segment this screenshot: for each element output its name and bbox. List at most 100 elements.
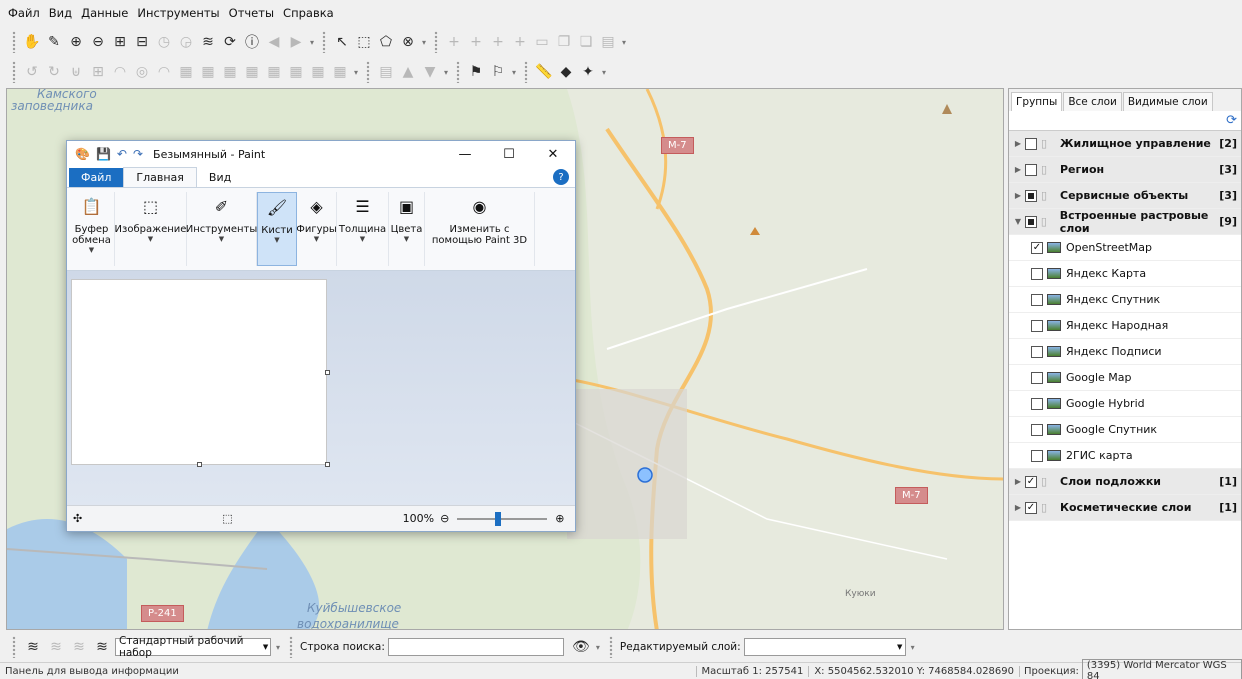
pencil-icon[interactable]: ✎ [44, 32, 64, 52]
grid5-icon[interactable]: ▦ [264, 62, 284, 82]
layer-checkbox[interactable] [1024, 215, 1037, 228]
layer-checkbox[interactable] [1031, 345, 1043, 358]
table-icon[interactable]: ▤ [376, 62, 396, 82]
ribbon-group-tools[interactable]: ✐ Инструменты ▼ [186, 192, 257, 266]
align-icon[interactable]: ◠ [110, 62, 130, 82]
zoom-rect-out-icon[interactable]: ⊟ [132, 32, 152, 52]
layers-set-icon[interactable]: ≋ [23, 637, 43, 657]
props-icon[interactable]: ▤ [598, 32, 618, 52]
menu-tools[interactable]: Инструменты [137, 6, 219, 20]
grid7-icon[interactable]: ▦ [308, 62, 328, 82]
grid4-icon[interactable]: ▦ [242, 62, 262, 82]
layer-row[interactable]: Google Спутник [1009, 417, 1241, 443]
toolbar-grip[interactable] [434, 31, 439, 53]
binoculars-icon[interactable]: 👁 [571, 637, 591, 657]
layers-set-2-icon[interactable]: ≋ [46, 637, 66, 657]
zoom-in-icon[interactable]: ⊕ [66, 32, 86, 52]
layer-row[interactable]: Google Map [1009, 365, 1241, 391]
layer-checkbox[interactable] [1031, 267, 1043, 280]
select-arrow-icon[interactable]: ↖ [332, 32, 352, 52]
add-object-icon[interactable]: + [510, 32, 530, 52]
menu-reports[interactable]: Отчеты [229, 6, 274, 20]
flag-remove-icon[interactable]: ⚐ [488, 62, 508, 82]
undo-icon[interactable]: ↶ [117, 147, 127, 161]
ribbon-group-colors[interactable]: ▣ Цвета ▼ [389, 192, 425, 266]
maximize-button[interactable]: ☐ [487, 147, 531, 162]
paint-titlebar[interactable]: 🎨 💾 ↶ ↷ Безымянный - Paint — ☐ ✕ [67, 141, 575, 167]
snap-icon[interactable]: ◎ [132, 62, 152, 82]
add-line-icon[interactable]: + [466, 32, 486, 52]
chevron-right-icon[interactable]: ▶ [1011, 139, 1025, 148]
layer-checkbox[interactable]: ✓ [1031, 241, 1043, 254]
edit-layer-select[interactable]: ▼ [743, 638, 906, 656]
layer-group-row[interactable]: ▶ ✓ ▯ Косметические слои [1] [1009, 495, 1241, 521]
menu-help[interactable]: Справка [283, 6, 334, 20]
toolbar-grip[interactable] [322, 31, 327, 53]
copy-icon[interactable]: ❐ [554, 32, 574, 52]
pan-icon[interactable]: ✋ [22, 32, 42, 52]
grid8-icon[interactable]: ▦ [330, 62, 350, 82]
layer-row[interactable]: 2ГИС карта [1009, 443, 1241, 469]
grid2-icon[interactable]: ▦ [198, 62, 218, 82]
layer-row[interactable]: Google Hybrid [1009, 391, 1241, 417]
tab-all-layers[interactable]: Все слои [1063, 92, 1122, 111]
style-icon[interactable]: ✦ [578, 62, 598, 82]
overflow-icon[interactable]: ▾ [512, 68, 516, 77]
overflow-icon[interactable]: ▾ [444, 68, 448, 77]
layer-group-row[interactable]: ▶ ▯ Регион [3] [1009, 157, 1241, 183]
layer-group-row[interactable]: ▶ ✓ ▯ Слои подложки [1] [1009, 469, 1241, 495]
merge-icon[interactable]: ⊎ [66, 62, 86, 82]
chevron-right-icon[interactable]: ▶ [1011, 503, 1025, 512]
grid6-icon[interactable]: ▦ [286, 62, 306, 82]
split-icon[interactable]: ⊞ [88, 62, 108, 82]
menu-file[interactable]: Файл [8, 6, 40, 20]
ribbon-group-image[interactable]: ⬚ Изображение ▼ [115, 192, 187, 266]
select-rect-icon[interactable]: ⬚ [354, 32, 374, 52]
layer-checkbox[interactable] [1025, 163, 1037, 176]
rotate-left-icon[interactable]: ↺ [22, 62, 42, 82]
menu-data[interactable]: Данные [81, 6, 128, 20]
tab-file[interactable]: Файл [69, 168, 124, 187]
minimize-button[interactable]: — [443, 147, 487, 162]
overflow-icon[interactable]: ▾ [310, 38, 314, 47]
flag-add-icon[interactable]: ⚑ [466, 62, 486, 82]
toolbar-grip[interactable] [456, 61, 461, 83]
resize-handle-bottom[interactable] [197, 462, 202, 467]
tab-view[interactable]: Вид [197, 168, 243, 187]
save-icon[interactable]: 💾 [96, 147, 111, 161]
add-polygon-icon[interactable]: + [488, 32, 508, 52]
layer-checkbox[interactable]: ✓ [1025, 475, 1037, 488]
toolbar-grip[interactable] [12, 31, 16, 53]
clear-selection-icon[interactable]: ⊗ [398, 32, 418, 52]
overflow-icon[interactable]: ▾ [354, 68, 358, 77]
search-input[interactable] [387, 638, 564, 656]
layer-checkbox[interactable] [1031, 397, 1043, 410]
zoom-next-icon[interactable]: ◶ [176, 32, 196, 52]
close-button[interactable]: ✕ [531, 147, 575, 162]
redo-icon[interactable]: ↷ [133, 147, 143, 161]
chevron-down-icon[interactable]: ▼ [1011, 217, 1025, 226]
toolbar-grip[interactable] [524, 61, 529, 83]
toolbar-grip[interactable] [12, 61, 16, 83]
layer-checkbox[interactable]: ✓ [1025, 501, 1037, 514]
chevron-right-icon[interactable]: ▶ [1011, 165, 1025, 174]
overflow-icon[interactable]: ▾ [276, 643, 280, 652]
toolbar-grip[interactable] [366, 61, 371, 83]
add-point-icon[interactable]: + [444, 32, 464, 52]
toolbar-grip[interactable] [12, 636, 16, 658]
edit-icon[interactable]: ▭ [532, 32, 552, 52]
toolbar-grip[interactable] [289, 636, 294, 658]
ribbon-group-thickness[interactable]: ☰ Толщина ▼ [337, 192, 389, 266]
forward-icon[interactable]: ▶ [286, 32, 306, 52]
zoom-in-button[interactable]: ⊕ [555, 512, 564, 525]
ribbon-group-clipboard[interactable]: 📋 Буфер обмена ▼ [69, 192, 115, 266]
resize-handle-corner[interactable] [325, 462, 330, 467]
overflow-icon[interactable]: ▾ [602, 68, 606, 77]
layer-checkbox[interactable] [1031, 449, 1043, 462]
layers-filter[interactable]: ⟳ [1009, 111, 1241, 131]
fill-icon[interactable]: ◆ [556, 62, 576, 82]
chevron-right-icon[interactable]: ▶ [1011, 477, 1025, 486]
layers-icon[interactable]: ≋ [198, 32, 218, 52]
layer-checkbox[interactable] [1025, 137, 1037, 150]
ribbon-group-paint3d[interactable]: ◉ Изменить с помощью Paint 3D [425, 192, 535, 266]
